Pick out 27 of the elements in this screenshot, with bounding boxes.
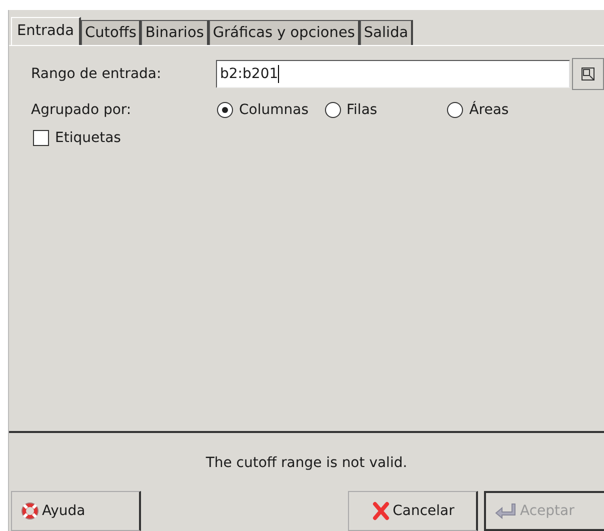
radio-button[interactable]	[324, 102, 340, 118]
tab[interactable]: Cutoffs	[80, 20, 142, 45]
return-arrow-icon	[494, 501, 518, 521]
range-picker-button[interactable]	[572, 58, 604, 90]
status-message: The cutoff range is not valid.	[204, 454, 408, 474]
radio-button[interactable]	[217, 102, 233, 118]
checkbox[interactable]	[33, 130, 49, 146]
radio-label: Áreas	[469, 102, 509, 118]
radio-option[interactable]: Columnas	[217, 102, 308, 118]
radio-label: Filas	[346, 102, 378, 118]
tab[interactable]: Gráficas y opciones	[208, 20, 360, 45]
input-field[interactable]: b2:b201	[216, 60, 570, 88]
cross-icon	[370, 501, 391, 521]
window-select-icon	[581, 66, 596, 81]
help-button[interactable]: Ayuda	[11, 491, 141, 531]
cancel-button[interactable]: Cancelar	[348, 491, 478, 531]
field-label: Agrupado por:	[31, 102, 132, 118]
radio-option[interactable]: Filas	[324, 102, 378, 118]
tab[interactable]: Salida	[360, 20, 414, 45]
field-label: Rango de entrada:	[31, 66, 162, 82]
lifebuoy-icon	[20, 501, 40, 521]
tab[interactable]: Binarios	[141, 20, 209, 45]
radio-option[interactable]: Áreas	[447, 102, 509, 118]
radio-label: Columnas	[239, 102, 308, 118]
tab[interactable]: Entrada	[11, 17, 81, 45]
radio-button[interactable]	[447, 102, 464, 118]
checkbox-label: Etiquetas	[55, 130, 121, 146]
